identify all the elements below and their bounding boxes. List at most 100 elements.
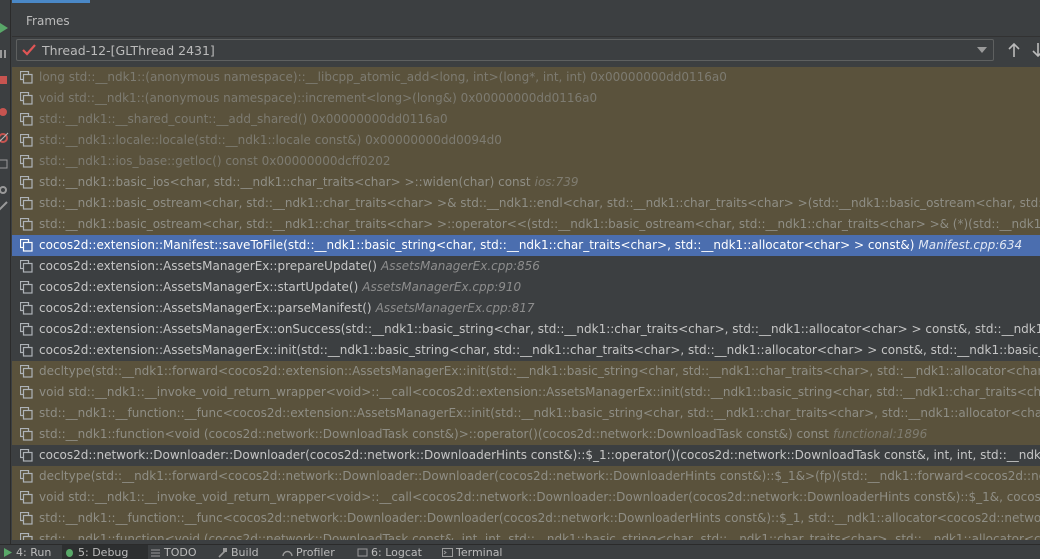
debug-tool-button[interactable]: 5: Debug bbox=[62, 545, 148, 559]
frame-row[interactable]: void std::__ndk1::__invoke_void_return_w… bbox=[12, 487, 1040, 508]
list-icon bbox=[151, 549, 160, 557]
frame-row[interactable]: void std::__ndk1::(anonymous namespace):… bbox=[12, 88, 1040, 109]
frame-row[interactable]: std::__ndk1::function<void (cocos2d::net… bbox=[12, 529, 1040, 540]
gauge-icon bbox=[282, 550, 293, 557]
arrow-up-icon[interactable] bbox=[1006, 40, 1022, 60]
settings-icon[interactable] bbox=[0, 184, 9, 196]
stack-frame-icon bbox=[20, 302, 33, 315]
frame-signature: std::__ndk1::function<void (cocos2d::net… bbox=[39, 532, 1040, 540]
frame-source-location: AssetsManagerEx.cpp:910 bbox=[362, 280, 522, 294]
arrow-down-icon[interactable] bbox=[1030, 40, 1040, 60]
frame-row[interactable]: cocos2d::extension::AssetsManagerEx::ini… bbox=[12, 340, 1040, 361]
frame-row[interactable]: cocos2d::extension::AssetsManagerEx::par… bbox=[12, 298, 1040, 319]
frames-header: Frames bbox=[12, 0, 1040, 37]
stack-frame-icon bbox=[20, 533, 33, 540]
stack-frame-icon bbox=[20, 323, 33, 336]
logcat-tool-button[interactable]: 6: Logcat bbox=[355, 545, 422, 559]
frame-row[interactable]: cocos2d::network::Downloader::Downloader… bbox=[12, 445, 1040, 466]
frame-row[interactable]: std::__ndk1::basic_ostream<char, std::__… bbox=[12, 193, 1040, 214]
resume-icon[interactable] bbox=[0, 22, 9, 34]
frame-signature: cocos2d::network::Downloader::Downloader… bbox=[39, 448, 1040, 462]
debug-side-toolbar bbox=[0, 0, 11, 544]
frame-row[interactable]: std::__ndk1::locale::locale(std::__ndk1:… bbox=[12, 130, 1040, 151]
frame-row[interactable]: cocos2d::extension::Manifest::saveToFile… bbox=[12, 235, 1040, 256]
frame-signature: cocos2d::extension::AssetsManagerEx::pre… bbox=[39, 259, 377, 273]
frame-row[interactable]: void std::__ndk1::__invoke_void_return_w… bbox=[12, 382, 1040, 403]
stack-frame-icon bbox=[20, 176, 33, 189]
stop-icon[interactable] bbox=[0, 74, 9, 86]
todo-tool-button[interactable]: TODO bbox=[148, 545, 197, 559]
frame-row[interactable]: std::__ndk1::basic_ostream<char, std::__… bbox=[12, 214, 1040, 235]
stack-frame-icon bbox=[20, 407, 33, 420]
tool-window-bar: 4: Run 5: Debug TODO Build Profiler 6: L… bbox=[0, 544, 1040, 559]
stack-frame-icon bbox=[20, 428, 33, 441]
terminal-tool-button[interactable]: Terminal bbox=[440, 545, 503, 559]
stack-frame-icon bbox=[20, 218, 33, 231]
bug-icon bbox=[66, 549, 73, 557]
pause-icon[interactable] bbox=[0, 48, 9, 60]
frames-panel-title: Frames bbox=[26, 14, 70, 28]
thread-selector-row: Thread-12-[GLThread 2431] bbox=[12, 37, 1040, 65]
frame-signature: void std::__ndk1::(anonymous namespace):… bbox=[39, 91, 598, 105]
frame-row[interactable]: std::__ndk1::__function::__func<cocos2d:… bbox=[12, 508, 1040, 529]
stack-frame-icon bbox=[20, 512, 33, 525]
stack-frame-icon bbox=[20, 470, 33, 483]
frame-signature: void std::__ndk1::__invoke_void_return_w… bbox=[39, 385, 1040, 399]
thread-dropdown[interactable]: Thread-12-[GLThread 2431] bbox=[16, 39, 994, 61]
frame-signature: std::__ndk1::ios_base::getloc() const 0x… bbox=[39, 154, 391, 168]
mute-breakpoints-icon[interactable] bbox=[0, 132, 9, 144]
stack-frame-icon bbox=[20, 197, 33, 210]
stack-frame-icon bbox=[20, 92, 33, 105]
frame-signature: cocos2d::extension::AssetsManagerEx::onS… bbox=[39, 322, 1040, 336]
frame-signature: cocos2d::extension::AssetsManagerEx::par… bbox=[39, 301, 372, 315]
pin-icon[interactable] bbox=[0, 200, 9, 212]
frame-row[interactable]: std::__ndk1::ios_base::getloc() const 0x… bbox=[12, 151, 1040, 172]
frame-row[interactable]: std::__ndk1::basic_ios<char, std::__ndk1… bbox=[12, 172, 1040, 193]
stack-frame-icon bbox=[20, 239, 33, 252]
play-icon bbox=[4, 548, 12, 557]
stack-frame-icon bbox=[20, 71, 33, 84]
build-tool-label: Build bbox=[231, 546, 259, 559]
chevron-down-icon bbox=[977, 47, 987, 53]
frame-signature: cocos2d::extension::AssetsManagerEx::ini… bbox=[39, 343, 1040, 357]
frame-source-location: AssetsManagerEx.cpp:817 bbox=[375, 301, 535, 315]
frame-signature: std::__ndk1::function<void (cocos2d::net… bbox=[39, 427, 830, 441]
terminal-icon bbox=[442, 548, 453, 557]
terminal-tool-label: Terminal bbox=[456, 546, 503, 559]
frame-signature: decltype(std::__ndk1::forward<cocos2d::e… bbox=[39, 364, 1040, 378]
logcat-tool-label: 6: Logcat bbox=[371, 546, 422, 559]
stack-frame-icon bbox=[20, 386, 33, 399]
stack-frame-icon bbox=[20, 281, 33, 294]
frame-row[interactable]: cocos2d::extension::AssetsManagerEx::sta… bbox=[12, 277, 1040, 298]
frame-row[interactable]: cocos2d::extension::AssetsManagerEx::onS… bbox=[12, 319, 1040, 340]
checkmark-icon bbox=[22, 44, 36, 56]
frame-row[interactable]: cocos2d::extension::AssetsManagerEx::pre… bbox=[12, 256, 1040, 277]
frame-signature: std::__ndk1::basic_ostream<char, std::__… bbox=[39, 217, 1040, 231]
frame-signature: decltype(std::__ndk1::forward<cocos2d::n… bbox=[39, 469, 1040, 483]
run-tool-button[interactable]: 4: Run bbox=[0, 545, 51, 559]
thread-dropdown-value: Thread-12-[GLThread 2431] bbox=[42, 43, 215, 58]
frame-row[interactable]: decltype(std::__ndk1::forward<cocos2d::n… bbox=[12, 466, 1040, 487]
frame-signature: cocos2d::extension::AssetsManagerEx::sta… bbox=[39, 280, 359, 294]
frame-row[interactable]: std::__ndk1::__function::__func<cocos2d:… bbox=[12, 403, 1040, 424]
run-tool-label: 4: Run bbox=[16, 546, 52, 559]
build-tool-button[interactable]: Build bbox=[215, 545, 259, 559]
frame-row[interactable]: std::__ndk1::function<void (cocos2d::net… bbox=[12, 424, 1040, 445]
profiler-tool-button[interactable]: Profiler bbox=[280, 545, 335, 559]
frame-row[interactable]: std::__ndk1::__shared_count::__add_share… bbox=[12, 109, 1040, 130]
stack-frame-icon bbox=[20, 449, 33, 462]
view-breakpoints-icon[interactable] bbox=[0, 106, 9, 118]
frame-row[interactable]: decltype(std::__ndk1::forward<cocos2d::e… bbox=[12, 361, 1040, 382]
hammer-icon bbox=[218, 548, 227, 558]
frame-signature: cocos2d::extension::Manifest::saveToFile… bbox=[39, 238, 915, 252]
frame-source-location: functional:1896 bbox=[833, 427, 928, 441]
frame-signature: std::__ndk1::basic_ostream<char, std::__… bbox=[39, 196, 1040, 210]
get-thread-dump-icon[interactable] bbox=[0, 158, 9, 170]
frame-signature: void std::__ndk1::__invoke_void_return_w… bbox=[39, 490, 1040, 504]
frames-list: long std::__ndk1::(anonymous namespace):… bbox=[12, 67, 1040, 540]
frame-row[interactable]: long std::__ndk1::(anonymous namespace):… bbox=[12, 67, 1040, 88]
frame-signature: std::__ndk1::__shared_count::__add_share… bbox=[39, 112, 448, 126]
stack-frame-icon bbox=[20, 155, 33, 168]
stack-frame-icon bbox=[20, 134, 33, 147]
stack-frame-icon bbox=[20, 113, 33, 126]
